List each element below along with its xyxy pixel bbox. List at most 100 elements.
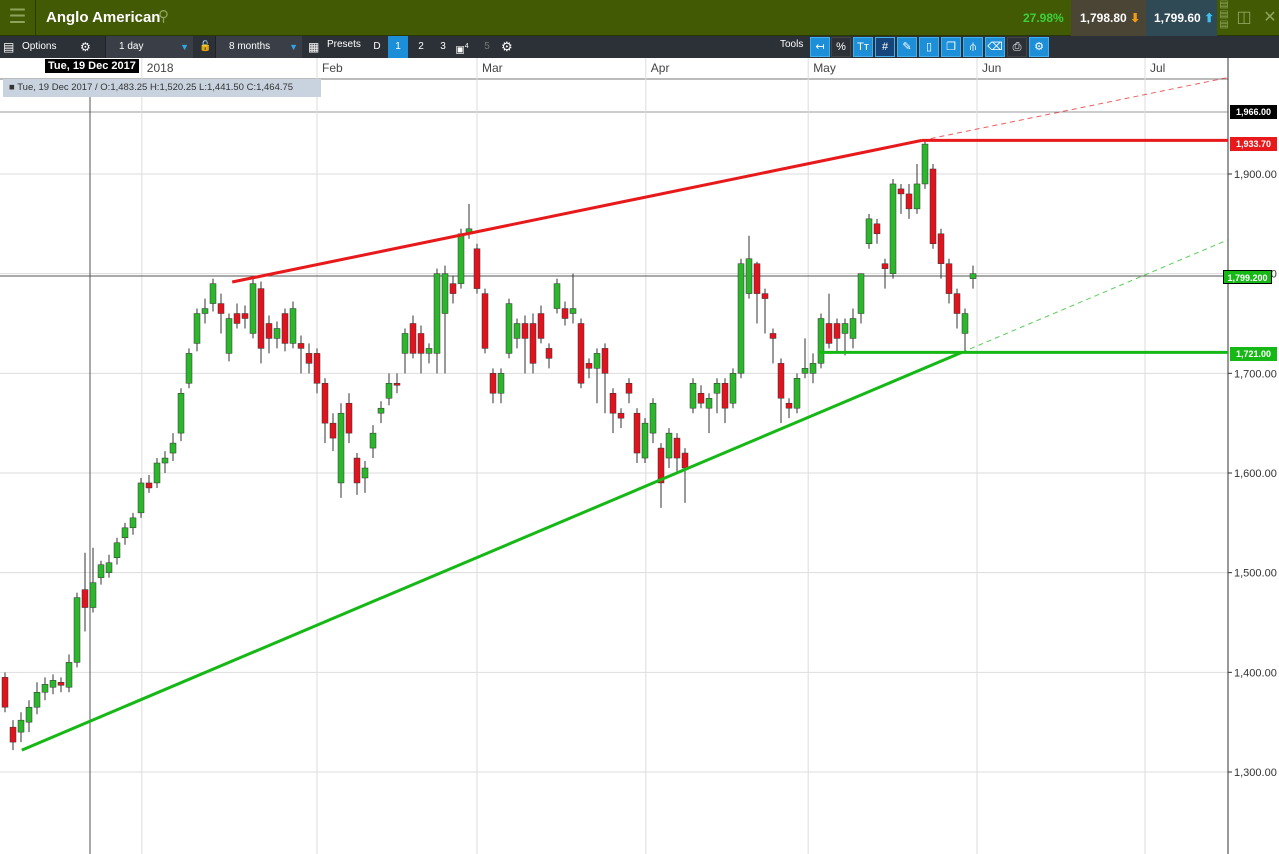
y-tick-label: 1,900.00 bbox=[1234, 169, 1277, 181]
candle-up bbox=[33, 692, 41, 708]
y-tick-label: 1,600.00 bbox=[1234, 468, 1277, 480]
candle-up bbox=[441, 273, 449, 314]
candle-down bbox=[521, 323, 529, 339]
candle-up bbox=[225, 318, 233, 354]
candle-down bbox=[577, 323, 585, 384]
print-icon[interactable]: ⎙ bbox=[1007, 37, 1027, 57]
candle-up bbox=[913, 183, 921, 210]
candle-up bbox=[641, 422, 649, 459]
close-icon[interactable]: ✕ bbox=[1257, 0, 1279, 36]
label-icon[interactable]: ⌫ bbox=[985, 37, 1005, 57]
menu-icon[interactable]: ☰ bbox=[0, 0, 36, 36]
search-icon[interactable]: ⚲ bbox=[158, 7, 169, 25]
candle-up bbox=[137, 482, 145, 514]
grid-icon[interactable]: # bbox=[875, 37, 895, 57]
draw-icon[interactable]: ✎ bbox=[897, 37, 917, 57]
candle-up bbox=[185, 353, 193, 384]
candle-up bbox=[289, 308, 297, 344]
candle-up bbox=[793, 378, 801, 409]
price-chart[interactable]: 1,300.00 1,400.00 1,500.00 1,600.00 1,700.00… bbox=[0, 58, 1279, 854]
month-label: Jul bbox=[1150, 61, 1165, 75]
chart-background bbox=[0, 58, 1279, 854]
sell-price: 1,798.80 bbox=[1080, 11, 1127, 25]
candle-up bbox=[817, 318, 825, 364]
y-tick-label: 1,500.00 bbox=[1234, 568, 1277, 580]
preset-settings-icon[interactable]: ⚙ bbox=[501, 36, 513, 58]
candle-up bbox=[113, 542, 121, 558]
candle-up bbox=[41, 684, 49, 693]
candle-down bbox=[489, 373, 497, 394]
candle-down bbox=[145, 482, 153, 489]
candle-down bbox=[409, 323, 417, 354]
candle-down bbox=[473, 248, 481, 289]
back-arrow-icon[interactable]: ↤ bbox=[810, 37, 830, 57]
gear-icon[interactable]: ⚙ bbox=[80, 36, 91, 58]
candle-down bbox=[761, 293, 769, 299]
candle-up bbox=[969, 273, 977, 279]
settings-edit-icon[interactable]: ⚙ bbox=[1029, 37, 1049, 57]
interval-select[interactable]: 1 day ▼ bbox=[105, 36, 193, 58]
buy-price-button[interactable]: 1,799.60 ⬆ bbox=[1146, 0, 1217, 36]
candle-down bbox=[265, 323, 273, 339]
instrument-title[interactable]: Anglo American bbox=[46, 9, 160, 26]
preset-4[interactable]: ▣4 bbox=[452, 36, 472, 58]
presets-label: Presets bbox=[327, 39, 361, 50]
candle-down bbox=[321, 383, 329, 424]
month-label: 2018 bbox=[147, 61, 174, 75]
candle-down bbox=[633, 412, 641, 454]
sell-price-button[interactable]: 1,798.80 ⬇ bbox=[1071, 0, 1146, 36]
candle-down bbox=[617, 412, 625, 419]
preset-d[interactable]: D bbox=[367, 36, 387, 58]
preset-3[interactable]: 3 bbox=[433, 36, 453, 58]
options-icon[interactable]: ▤ bbox=[3, 36, 14, 58]
chevron-down-icon: ▼ bbox=[180, 42, 189, 52]
candle-down bbox=[329, 422, 337, 439]
y-tick-label: 1,400.00 bbox=[1234, 667, 1277, 679]
candle-down bbox=[313, 353, 321, 384]
detach-icon[interactable]: ◫ bbox=[1231, 0, 1257, 36]
candle-up bbox=[593, 353, 601, 369]
calendar-icon[interactable]: ▦ bbox=[308, 36, 319, 58]
candle-up bbox=[841, 323, 849, 334]
candle-down bbox=[417, 333, 425, 354]
candle-up bbox=[401, 333, 409, 354]
candle-down bbox=[905, 193, 913, 210]
indicator-icon[interactable]: ⫛ bbox=[963, 37, 983, 57]
candle-down bbox=[1, 677, 9, 708]
candle-up bbox=[729, 373, 737, 404]
candle-up bbox=[649, 402, 657, 434]
candle-down bbox=[561, 308, 569, 319]
text-icon[interactable]: Tт bbox=[853, 37, 873, 57]
candle-down bbox=[945, 263, 953, 294]
candle-up bbox=[177, 393, 185, 434]
lock-icon[interactable]: 🔓 bbox=[199, 36, 211, 58]
candle-up bbox=[49, 680, 57, 688]
candle-down bbox=[937, 233, 945, 264]
candle-up bbox=[425, 348, 433, 354]
candle-up bbox=[201, 308, 209, 314]
month-label: Apr bbox=[651, 61, 670, 75]
candle-up bbox=[689, 383, 697, 409]
candle-up bbox=[73, 597, 81, 663]
candle-up bbox=[17, 719, 25, 733]
candle-down bbox=[9, 726, 17, 743]
candle-down bbox=[721, 383, 729, 409]
preset-5[interactable]: 5 bbox=[477, 36, 497, 58]
candle-down bbox=[953, 293, 961, 314]
candle-up bbox=[89, 582, 97, 608]
layers-icon[interactable]: ❐ bbox=[941, 37, 961, 57]
chart-toolbar: ▤ Options ⚙ 1 day ▼ 🔓 8 months ▼ ▦ Presets… bbox=[0, 36, 1279, 58]
candle-up bbox=[97, 564, 105, 578]
ohlc-info: ■ Tue, 19 Dec 2017 / O:1,483.25 H:1,520.… bbox=[3, 79, 321, 97]
candle-up bbox=[553, 283, 561, 309]
options-button[interactable]: Options bbox=[22, 36, 56, 58]
percent-icon[interactable]: % bbox=[831, 37, 851, 57]
change-percent: 27.98% bbox=[1023, 11, 1064, 25]
range-select[interactable]: 8 months ▼ bbox=[215, 36, 302, 58]
signal-bars-icon: ▤ ▤ ▤ bbox=[1219, 0, 1229, 30]
candle-up bbox=[385, 383, 393, 399]
candle-icon[interactable]: ▯ bbox=[919, 37, 939, 57]
price-label-resistance: 1,933.70 bbox=[1230, 137, 1277, 151]
preset-2[interactable]: 2 bbox=[411, 36, 431, 58]
preset-1[interactable]: 1 bbox=[388, 36, 408, 58]
